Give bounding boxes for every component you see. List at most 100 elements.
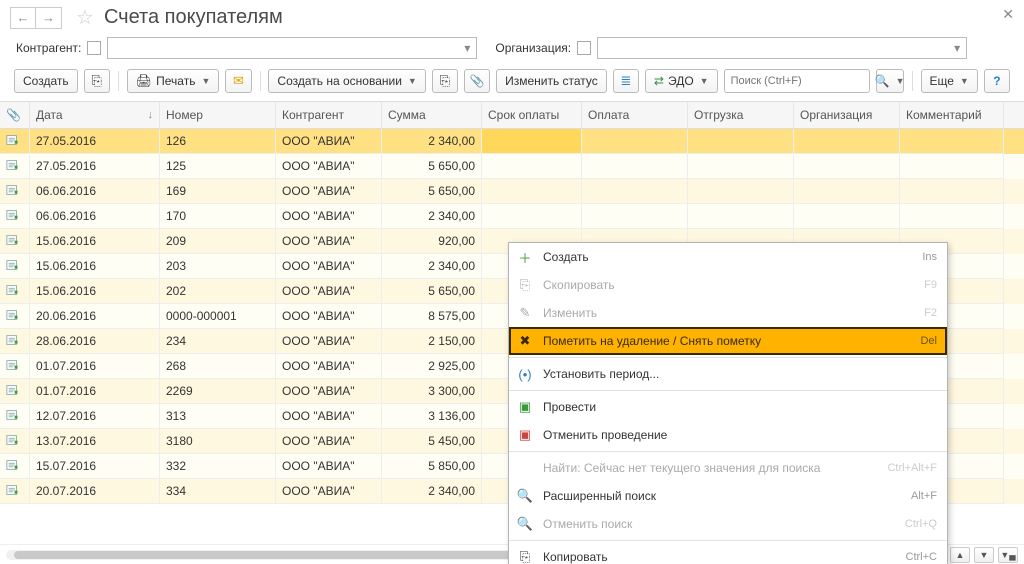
nav-back-button[interactable]: ← (10, 7, 36, 29)
post-icon: ▣ (517, 399, 533, 415)
cell-sum: 2 150,00 (382, 329, 482, 354)
copy-doc-button[interactable] (84, 69, 110, 93)
counterparty-checkbox[interactable] (87, 41, 101, 55)
cell-sum: 5 450,00 (382, 429, 482, 454)
table-row[interactable]: 27.05.2016126ООО "АВИА"2 340,00 (0, 129, 1024, 154)
related-docs-button[interactable] (432, 69, 458, 93)
search-button[interactable]: ▼ (876, 69, 904, 93)
row-doc-icon (0, 254, 30, 279)
scroll-up-button[interactable]: ▲ (950, 547, 970, 563)
search-icon (875, 74, 890, 88)
print-button[interactable]: Печать▼ (127, 69, 220, 93)
row-doc-icon (0, 154, 30, 179)
col-org[interactable]: Организация (794, 102, 900, 128)
cell-counterparty: ООО "АВИА" (276, 354, 382, 379)
row-doc-icon (0, 179, 30, 204)
table-row[interactable]: 06.06.2016169ООО "АВИА"5 650,00 (0, 179, 1024, 204)
page-title: Счета покупателям (104, 6, 283, 29)
attach-button[interactable] (464, 69, 490, 93)
col-shipment[interactable]: Отгрузка (688, 102, 794, 128)
cell-sum: 2 925,00 (382, 354, 482, 379)
ctx-unpost-label: Отменить проведение (543, 428, 937, 442)
col-comment[interactable]: Комментарий (900, 102, 1004, 128)
col-number[interactable]: Номер (160, 102, 276, 128)
cell-number: 334 (160, 479, 276, 504)
close-icon[interactable]: ✕ (1002, 6, 1014, 23)
search-icon: 🔍 (517, 488, 533, 504)
cell-sum: 920,00 (382, 229, 482, 254)
cell-counterparty: ООО "АВИА" (276, 254, 382, 279)
search-input[interactable] (725, 75, 879, 87)
row-doc-icon (0, 429, 30, 454)
favorite-star-icon[interactable]: ☆ (76, 8, 94, 28)
table-row[interactable]: 27.05.2016125ООО "АВИА"5 650,00 (0, 154, 1024, 179)
ctx-set-period[interactable]: (•) Установить период... (509, 360, 947, 388)
ctx-edit-shortcut: F2 (924, 307, 937, 319)
change-status-button[interactable]: Изменить статус (496, 69, 607, 93)
ctx-unpost[interactable]: ▣ Отменить проведение (509, 421, 947, 449)
cell-date: 20.07.2016 (30, 479, 160, 504)
search-box[interactable]: × (724, 69, 870, 93)
cell-date: 13.07.2016 (30, 429, 160, 454)
create-on-basis-button[interactable]: Создать на основании▼ (268, 69, 425, 93)
cell-date: 06.06.2016 (30, 204, 160, 229)
scroll-down-button[interactable]: ▼ (974, 547, 994, 563)
cell-shipment (688, 129, 794, 154)
organization-combo[interactable]: ▾ (597, 37, 967, 59)
col-payment[interactable]: Оплата (582, 102, 688, 128)
ctx-copy2-label: Копировать (543, 550, 896, 564)
cell-number: 170 (160, 204, 276, 229)
cell-payment (582, 179, 688, 204)
printer-icon (136, 73, 153, 89)
toolbar: Создать Печать▼ Создать на основании▼ Из… (0, 65, 1024, 101)
cell-date: 15.06.2016 (30, 229, 160, 254)
edo-button[interactable]: ЭДО▼ (645, 69, 718, 93)
scroll-bottom-button[interactable]: ▼▄ (998, 547, 1018, 563)
row-doc-icon (0, 229, 30, 254)
print-button-label: Печать (156, 74, 195, 88)
ctx-adv-find-shortcut: Alt+F (911, 490, 937, 502)
cell-date: 01.07.2016 (30, 354, 160, 379)
nav-forward-button[interactable]: → (36, 7, 62, 29)
col-attach[interactable] (0, 102, 30, 128)
ctx-create[interactable]: ＋ Создать Ins (509, 243, 947, 271)
ctx-find-shortcut: Ctrl+Alt+F (887, 462, 937, 474)
cell-counterparty: ООО "АВИА" (276, 229, 382, 254)
cell-date: 20.06.2016 (30, 304, 160, 329)
cell-comment (900, 154, 1004, 179)
create-button[interactable]: Создать (14, 69, 78, 93)
ctx-post[interactable]: ▣ Провести (509, 393, 947, 421)
cell-date: 15.06.2016 (30, 254, 160, 279)
cell-sum: 3 300,00 (382, 379, 482, 404)
cell-comment (900, 129, 1004, 154)
col-date[interactable]: Дата (30, 102, 160, 128)
cell-number: 125 (160, 154, 276, 179)
ctx-copy-clipboard[interactable]: ⎘ Копировать Ctrl+C (509, 543, 947, 564)
organization-checkbox[interactable] (577, 41, 591, 55)
table-row[interactable]: 06.06.2016170ООО "АВИА"2 340,00 (0, 204, 1024, 229)
cell-shipment (688, 179, 794, 204)
grid-header: Дата Номер Контрагент Сумма Срок оплаты … (0, 102, 1024, 129)
more-button[interactable]: Еще▼ (921, 69, 978, 93)
ctx-mark-delete[interactable]: ✖ Пометить на удаление / Снять пометку D… (509, 327, 947, 355)
list-view-button[interactable] (613, 69, 639, 93)
cell-number: 2269 (160, 379, 276, 404)
ctx-adv-find[interactable]: 🔍 Расширенный поиск Alt+F (509, 482, 947, 510)
col-sum[interactable]: Сумма (382, 102, 482, 128)
email-button[interactable] (225, 69, 251, 93)
col-counterparty[interactable]: Контрагент (276, 102, 382, 128)
paperclip-icon (6, 108, 21, 122)
ctx-mark-delete-label: Пометить на удаление / Снять пометку (543, 334, 910, 348)
edo-label: ЭДО (668, 74, 694, 88)
cell-sum: 5 650,00 (382, 154, 482, 179)
row-doc-icon (0, 454, 30, 479)
cell-number: 234 (160, 329, 276, 354)
paperclip-icon (470, 74, 485, 88)
create-on-basis-label: Создать на основании (277, 74, 402, 88)
cell-due (482, 204, 582, 229)
counterparty-combo[interactable]: ▾ (107, 37, 477, 59)
filter-bar: Контрагент: ▾ Организация: ▾ (0, 33, 1024, 65)
help-button[interactable] (984, 69, 1010, 93)
col-due[interactable]: Срок оплаты (482, 102, 582, 128)
stack-icon (440, 73, 450, 89)
